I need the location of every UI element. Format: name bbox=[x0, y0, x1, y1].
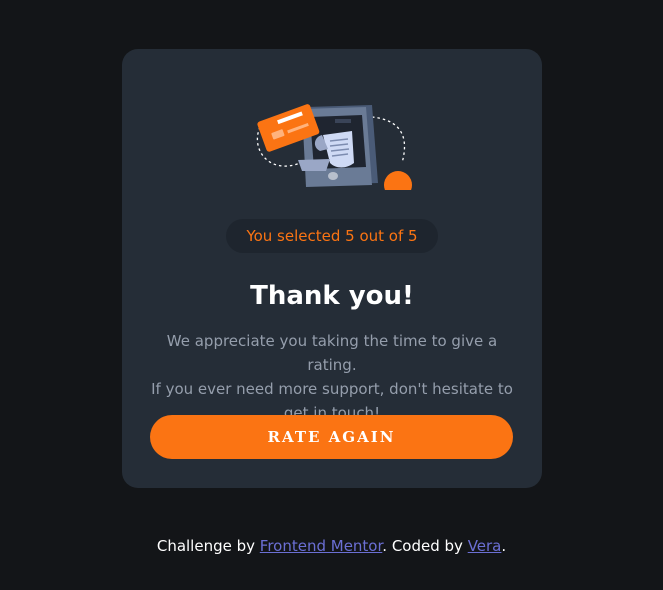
phone-payment-icon bbox=[256, 104, 412, 190]
message-line: If you ever need more support, don't hes… bbox=[151, 380, 513, 398]
frontend-mentor-link[interactable]: Frontend Mentor bbox=[260, 537, 383, 555]
rating-result-badge: You selected 5 out of 5 bbox=[226, 219, 438, 253]
attribution-suffix: . bbox=[501, 537, 507, 555]
message-line: We appreciate you taking the time to giv… bbox=[166, 332, 498, 374]
rate-again-button[interactable]: RATE AGAIN bbox=[150, 415, 513, 459]
thank-you-card: You selected 5 out of 5 Thank you! We ap… bbox=[122, 49, 542, 488]
attribution-prefix: Challenge by bbox=[156, 537, 260, 555]
attribution-middle: . Coded by bbox=[382, 537, 468, 555]
attribution: Challenge by Frontend Mentor. Coded by V… bbox=[0, 537, 663, 555]
author-link[interactable]: Vera bbox=[468, 537, 502, 555]
thank-you-message: We appreciate you taking the time to giv… bbox=[146, 329, 518, 425]
page-title: Thank you! bbox=[250, 281, 414, 311]
